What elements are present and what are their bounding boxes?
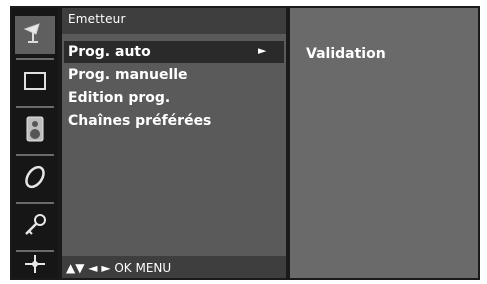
menu-title: Emetteur bbox=[68, 12, 126, 26]
picture-icon bbox=[24, 72, 46, 94]
sidebar-item-lock[interactable] bbox=[15, 208, 55, 246]
submenu-arrow-icon: ► bbox=[258, 44, 267, 57]
menu-item-chaines-preferees[interactable]: Chaînes préférées bbox=[68, 113, 211, 129]
sidebar-item-options[interactable] bbox=[15, 254, 55, 278]
navigation-hint: ▲▼ ◄ ► OK MENU bbox=[66, 261, 172, 275]
tv-osd-screen: Emetteur Prog. auto ► Prog. manuelle Edi… bbox=[0, 0, 487, 284]
sidebar-divider bbox=[16, 58, 54, 60]
sidebar-divider bbox=[16, 106, 54, 108]
sidebar-item-station[interactable] bbox=[15, 16, 55, 54]
menu-item-prog-auto[interactable]: Prog. auto bbox=[68, 44, 151, 60]
key-icon bbox=[22, 212, 48, 242]
sidebar-divider bbox=[16, 250, 54, 252]
speaker-icon bbox=[26, 116, 44, 146]
menu-item-edition-prog[interactable]: Edition prog. bbox=[68, 90, 170, 106]
clock-icon bbox=[23, 165, 47, 193]
sidebar-item-picture[interactable] bbox=[15, 64, 55, 102]
sidebar-item-time[interactable] bbox=[15, 160, 55, 198]
menu-item-prog-manuelle[interactable]: Prog. manuelle bbox=[68, 67, 188, 83]
sidebar-item-sound[interactable] bbox=[15, 112, 55, 150]
settings-icon bbox=[23, 254, 47, 278]
antenna-icon bbox=[22, 21, 48, 49]
sidebar-divider bbox=[16, 202, 54, 204]
sidebar-divider bbox=[16, 154, 54, 156]
category-sidebar bbox=[12, 8, 58, 278]
submenu-validation[interactable]: Validation bbox=[306, 46, 386, 62]
